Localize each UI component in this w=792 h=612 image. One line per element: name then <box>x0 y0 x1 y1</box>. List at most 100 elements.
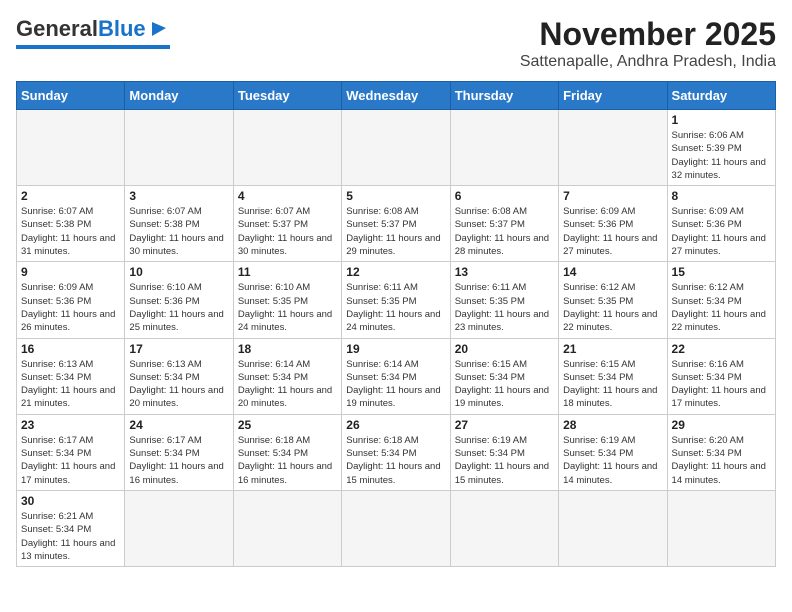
day-number: 22 <box>672 342 771 356</box>
calendar-cell: 4Sunrise: 6:07 AMSunset: 5:37 PMDaylight… <box>233 186 341 262</box>
calendar-cell: 26 Sunrise: 6:18 AMSunset: 5:34 PMDayligh… <box>342 414 450 490</box>
day-number: 24 <box>129 418 228 432</box>
day-number: 17 <box>129 342 228 356</box>
day-number: 1 <box>672 113 771 127</box>
day-number: 14 <box>563 265 662 279</box>
calendar-cell <box>559 490 667 566</box>
day-info: Sunrise: 6:11 AMSunset: 5:35 PMDaylight:… <box>455 281 554 334</box>
calendar-cell <box>125 110 233 186</box>
day-number: 8 <box>672 189 771 203</box>
day-number: 30 <box>21 494 120 508</box>
calendar-cell: 30 Sunrise: 6:21 AMSunset: 5:34 PMDayligh… <box>17 490 125 566</box>
calendar-cell: 25Sunrise: 6:18 AMSunset: 5:34 PMDayligh… <box>233 414 341 490</box>
day-info: Sunrise: 6:14 AMSunset: 5:34 PMDaylight:… <box>238 358 337 411</box>
day-info: Sunrise: 6:14 AMSunset: 5:34 PMDaylight:… <box>346 358 445 411</box>
day-info: Sunrise: 6:07 AMSunset: 5:38 PMDaylight:… <box>129 205 228 258</box>
calendar-cell: 29Sunrise: 6:20 AMSunset: 5:34 PMDayligh… <box>667 414 775 490</box>
logo-blue: Blue <box>98 16 170 42</box>
calendar-week-2: 2 Sunrise: 6:07 AMSunset: 5:38 PMDaylight… <box>17 186 776 262</box>
calendar-cell <box>17 110 125 186</box>
day-info: Sunrise: 6:09 AMSunset: 5:36 PMDaylight:… <box>672 205 771 258</box>
day-info: Sunrise: 6:09 AMSunset: 5:36 PMDaylight:… <box>563 205 662 258</box>
weekday-header-wednesday: Wednesday <box>342 82 450 110</box>
day-number: 9 <box>21 265 120 279</box>
day-number: 7 <box>563 189 662 203</box>
calendar-cell: 18 Sunrise: 6:14 AMSunset: 5:34 PMDayligh… <box>233 338 341 414</box>
calendar-cell <box>450 110 558 186</box>
day-number: 15 <box>672 265 771 279</box>
calendar-cell: 10 Sunrise: 6:10 AMSunset: 5:36 PMDayligh… <box>125 262 233 338</box>
day-info: Sunrise: 6:16 AMSunset: 5:34 PMDaylight:… <box>672 358 771 411</box>
day-number: 12 <box>346 265 445 279</box>
day-number: 13 <box>455 265 554 279</box>
day-info: Sunrise: 6:11 AMSunset: 5:35 PMDaylight:… <box>346 281 445 334</box>
calendar-cell: 6 Sunrise: 6:08 AMSunset: 5:37 PMDaylight… <box>450 186 558 262</box>
calendar-cell <box>125 490 233 566</box>
calendar-cell: 14 Sunrise: 6:12 AMSunset: 5:35 PMDayligh… <box>559 262 667 338</box>
day-number: 2 <box>21 189 120 203</box>
calendar-cell <box>233 490 341 566</box>
weekday-header-saturday: Saturday <box>667 82 775 110</box>
calendar-cell <box>667 490 775 566</box>
calendar-cell: 17 Sunrise: 6:13 AMSunset: 5:34 PMDayligh… <box>125 338 233 414</box>
calendar: SundayMondayTuesdayWednesdayThursdayFrid… <box>16 81 776 567</box>
day-info: Sunrise: 6:09 AMSunset: 5:36 PMDaylight:… <box>21 281 120 334</box>
day-number: 21 <box>563 342 662 356</box>
logo-blue-bar <box>16 45 170 49</box>
calendar-cell: 16 Sunrise: 6:13 AMSunset: 5:34 PMDayligh… <box>17 338 125 414</box>
day-info: Sunrise: 6:08 AMSunset: 5:37 PMDaylight:… <box>346 205 445 258</box>
day-info: Sunrise: 6:17 AMSunset: 5:34 PMDaylight:… <box>129 434 228 487</box>
month-title: November 2025 <box>520 16 776 53</box>
day-number: 6 <box>455 189 554 203</box>
day-number: 16 <box>21 342 120 356</box>
day-info: Sunrise: 6:13 AMSunset: 5:34 PMDaylight:… <box>129 358 228 411</box>
calendar-week-5: 23 Sunrise: 6:17 AMSunset: 5:34 PMDayligh… <box>17 414 776 490</box>
calendar-week-3: 9 Sunrise: 6:09 AMSunset: 5:36 PMDaylight… <box>17 262 776 338</box>
day-info: Sunrise: 6:12 AMSunset: 5:34 PMDaylight:… <box>672 281 771 334</box>
calendar-cell: 28 Sunrise: 6:19 AMSunset: 5:34 PMDayligh… <box>559 414 667 490</box>
day-number: 5 <box>346 189 445 203</box>
logo-icon: General Blue <box>16 16 170 42</box>
title-block: November 2025 Sattenapalle, Andhra Prade… <box>520 16 776 71</box>
day-number: 18 <box>238 342 337 356</box>
weekday-header-thursday: Thursday <box>450 82 558 110</box>
calendar-cell: 23 Sunrise: 6:17 AMSunset: 5:34 PMDayligh… <box>17 414 125 490</box>
location: Sattenapalle, Andhra Pradesh, India <box>520 53 776 71</box>
calendar-cell: 21Sunrise: 6:15 AMSunset: 5:34 PMDayligh… <box>559 338 667 414</box>
calendar-cell <box>342 110 450 186</box>
calendar-cell <box>342 490 450 566</box>
calendar-cell: 13 Sunrise: 6:11 AMSunset: 5:35 PMDayligh… <box>450 262 558 338</box>
day-info: Sunrise: 6:08 AMSunset: 5:37 PMDaylight:… <box>455 205 554 258</box>
day-number: 10 <box>129 265 228 279</box>
day-info: Sunrise: 6:18 AMSunset: 5:34 PMDaylight:… <box>346 434 445 487</box>
day-info: Sunrise: 6:17 AMSunset: 5:34 PMDaylight:… <box>21 434 120 487</box>
calendar-cell <box>450 490 558 566</box>
weekday-header-row: SundayMondayTuesdayWednesdayThursdayFrid… <box>17 82 776 110</box>
day-number: 29 <box>672 418 771 432</box>
day-info: Sunrise: 6:10 AMSunset: 5:35 PMDaylight:… <box>238 281 337 334</box>
page-header: General Blue November 2025 Sattenapalle,… <box>16 16 776 71</box>
day-number: 27 <box>455 418 554 432</box>
day-info: Sunrise: 6:12 AMSunset: 5:35 PMDaylight:… <box>563 281 662 334</box>
calendar-cell: 19Sunrise: 6:14 AMSunset: 5:34 PMDayligh… <box>342 338 450 414</box>
day-info: Sunrise: 6:06 AMSunset: 5:39 PMDaylight:… <box>672 129 771 182</box>
calendar-cell: 12 Sunrise: 6:11 AMSunset: 5:35 PMDayligh… <box>342 262 450 338</box>
day-info: Sunrise: 6:21 AMSunset: 5:34 PMDaylight:… <box>21 510 120 563</box>
calendar-cell: 8 Sunrise: 6:09 AMSunset: 5:36 PMDaylight… <box>667 186 775 262</box>
calendar-cell: 3 Sunrise: 6:07 AMSunset: 5:38 PMDaylight… <box>125 186 233 262</box>
day-info: Sunrise: 6:13 AMSunset: 5:34 PMDaylight:… <box>21 358 120 411</box>
day-info: Sunrise: 6:10 AMSunset: 5:36 PMDaylight:… <box>129 281 228 334</box>
calendar-cell <box>559 110 667 186</box>
day-info: Sunrise: 6:19 AMSunset: 5:34 PMDaylight:… <box>455 434 554 487</box>
weekday-header-monday: Monday <box>125 82 233 110</box>
day-number: 23 <box>21 418 120 432</box>
day-number: 3 <box>129 189 228 203</box>
calendar-week-4: 16 Sunrise: 6:13 AMSunset: 5:34 PMDayligh… <box>17 338 776 414</box>
calendar-cell: 7 Sunrise: 6:09 AMSunset: 5:36 PMDaylight… <box>559 186 667 262</box>
day-info: Sunrise: 6:19 AMSunset: 5:34 PMDaylight:… <box>563 434 662 487</box>
day-number: 28 <box>563 418 662 432</box>
weekday-header-sunday: Sunday <box>17 82 125 110</box>
day-number: 20 <box>455 342 554 356</box>
day-number: 26 <box>346 418 445 432</box>
weekday-header-tuesday: Tuesday <box>233 82 341 110</box>
